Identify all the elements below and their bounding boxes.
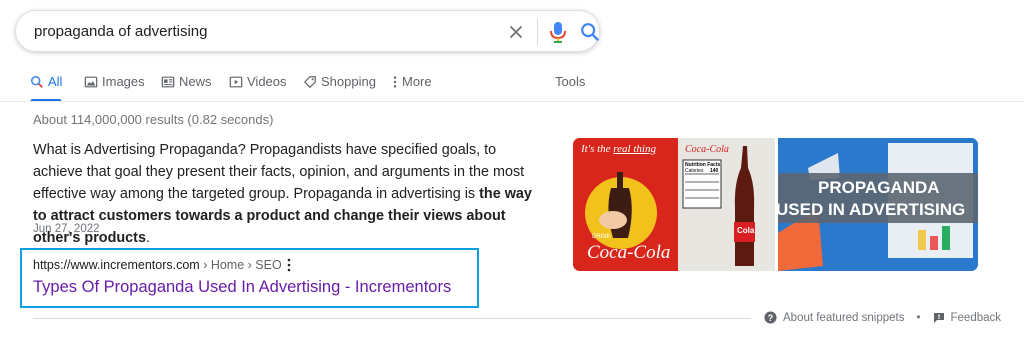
tab-news[interactable]: News bbox=[161, 74, 212, 102]
video-icon bbox=[229, 76, 243, 88]
search-box[interactable]: propaganda of advertising bbox=[15, 10, 600, 52]
more-vert-icon bbox=[393, 76, 397, 88]
search-icon bbox=[30, 75, 43, 88]
nutrition-calories-value: 140 bbox=[710, 168, 719, 174]
tag-icon bbox=[303, 76, 316, 89]
search-divider bbox=[537, 19, 538, 45]
result-url[interactable]: https://www.incrementors.com › Home › SE… bbox=[33, 258, 282, 272]
snippet-text: What is Advertising Propaganda? Propagan… bbox=[33, 142, 525, 202]
tab-label: Images bbox=[102, 74, 145, 89]
bottle-label: Cola bbox=[737, 226, 755, 235]
tools-label: Tools bbox=[555, 74, 586, 89]
feedback-icon bbox=[933, 312, 944, 323]
search-input[interactable]: propaganda of advertising bbox=[34, 23, 207, 40]
feedback-link[interactable]: Feedback bbox=[951, 312, 1002, 324]
tab-label: More bbox=[402, 74, 432, 89]
ad-headline-underlined: real thing bbox=[613, 143, 656, 155]
svg-text:?: ? bbox=[768, 313, 774, 323]
tab-label: Shopping bbox=[321, 74, 376, 89]
about-featured-snippets-link[interactable]: About featured snippets bbox=[783, 312, 904, 324]
microphone-icon[interactable] bbox=[548, 20, 568, 44]
snippet-images[interactable]: It's the real thing Coca-Cola DRINK Coca… bbox=[573, 138, 978, 271]
ad-drink-label: DRINK bbox=[592, 234, 611, 240]
tools-button[interactable]: Tools bbox=[555, 74, 585, 102]
more-options-icon[interactable] bbox=[286, 258, 292, 272]
coca-cola-ad-image[interactable]: It's the real thing Coca-Cola DRINK Coca… bbox=[573, 138, 775, 271]
tab-videos[interactable]: Videos bbox=[229, 74, 287, 102]
result-title-link[interactable]: Types Of Propaganda Used In Advertising … bbox=[33, 278, 451, 297]
tab-label: Videos bbox=[247, 74, 287, 89]
tab-shopping[interactable]: Shopping bbox=[303, 74, 376, 102]
snippet-text-end: . bbox=[145, 230, 150, 246]
footer-separator: • bbox=[916, 311, 921, 324]
ad-can-logo: Coca-Cola bbox=[685, 144, 729, 155]
featured-snippet-text: What is Advertising Propaganda? Propagan… bbox=[33, 139, 533, 249]
highlighted-result: https://www.incrementors.com › Home › SE… bbox=[20, 248, 479, 308]
image-icon bbox=[84, 76, 98, 88]
banner-line-1: PROPAGANDA bbox=[818, 178, 940, 197]
snippet-footer: ? About featured snippets • Feedback bbox=[764, 311, 1001, 324]
tab-label: News bbox=[179, 74, 212, 89]
tab-images[interactable]: Images bbox=[84, 74, 145, 102]
search-icon[interactable] bbox=[579, 21, 601, 43]
result-domain: https://www.incrementors.com bbox=[33, 258, 200, 272]
ad-headline-start: It's the bbox=[581, 143, 614, 155]
result-stats: About 114,000,000 results (0.82 seconds) bbox=[33, 112, 274, 127]
ad-logo-text: Coca-Cola bbox=[587, 242, 671, 263]
ad-headline: It's the real thing bbox=[581, 143, 656, 155]
help-icon: ? bbox=[764, 311, 777, 324]
result-breadcrumb: › Home › SEO bbox=[199, 258, 282, 272]
tab-more[interactable]: More bbox=[392, 74, 432, 102]
snippet-date: Jun 27, 2022 bbox=[33, 223, 100, 235]
tab-label: All bbox=[48, 74, 63, 89]
footer-divider bbox=[33, 318, 751, 319]
close-icon[interactable] bbox=[505, 21, 527, 43]
tab-all[interactable]: All bbox=[30, 74, 63, 102]
banner-line-2: USED IN ADVERTISING bbox=[778, 200, 966, 219]
tabs-divider bbox=[0, 101, 1024, 102]
propaganda-banner-image[interactable]: PROPAGANDA USED IN ADVERTISING bbox=[778, 138, 978, 271]
news-icon bbox=[161, 76, 175, 88]
nutrition-calories: Calories bbox=[685, 168, 704, 174]
